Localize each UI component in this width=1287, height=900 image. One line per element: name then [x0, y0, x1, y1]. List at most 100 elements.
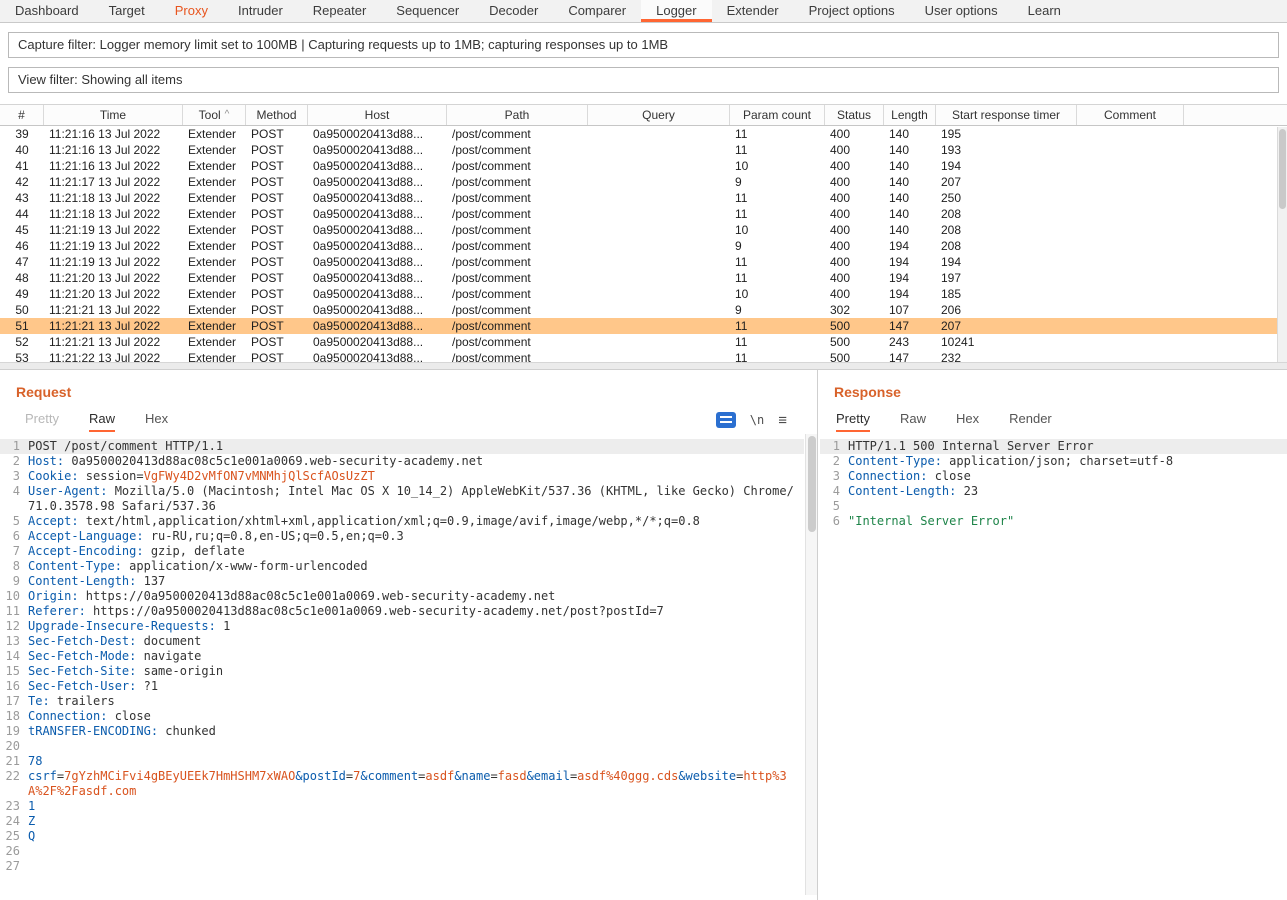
cell-path: /post/comment [447, 127, 588, 141]
cell-start-response-timer: 232 [936, 351, 1077, 362]
cell-time: 11:21:19 13 Jul 2022 [44, 255, 183, 269]
menu-tab-comparer[interactable]: Comparer [553, 0, 641, 22]
show-newlines-icon[interactable]: \n [750, 413, 764, 427]
column-header-status[interactable]: Status [825, 105, 884, 125]
menu-tab-logger[interactable]: Logger [641, 0, 711, 22]
cell-start-response-timer: 207 [936, 175, 1077, 189]
cell-tool: Extender [183, 223, 246, 237]
line-number: 22 [0, 769, 28, 799]
cell-path: /post/comment [447, 239, 588, 253]
menu-tab-target[interactable]: Target [94, 0, 160, 22]
cell-host: 0a9500020413d88... [308, 207, 447, 221]
cell-tool: Extender [183, 127, 246, 141]
cell-num: 48 [0, 271, 44, 285]
response-tab-render[interactable]: Render [1009, 411, 1052, 432]
cell-start-response-timer: 194 [936, 255, 1077, 269]
request-tab-pretty[interactable]: Pretty [25, 411, 59, 432]
column-header-path[interactable]: Path [447, 105, 588, 125]
menu-tab-sequencer[interactable]: Sequencer [381, 0, 474, 22]
cell-tool: Extender [183, 159, 246, 173]
column-header-query[interactable]: Query [588, 105, 730, 125]
log-row-39[interactable]: 3911:21:16 13 Jul 2022ExtenderPOST0a9500… [0, 126, 1287, 142]
menu-tab-project-options[interactable]: Project options [794, 0, 910, 22]
editor-line: 16Sec-Fetch-User: ?1 [0, 679, 804, 694]
horizontal-splitter[interactable] [0, 362, 1287, 370]
cell-host: 0a9500020413d88... [308, 143, 447, 157]
request-tab-raw[interactable]: Raw [89, 411, 115, 432]
cell-num: 49 [0, 287, 44, 301]
log-table: #TimeTool^MethodHostPathQueryParam count… [0, 104, 1287, 362]
cell-length: 140 [884, 207, 936, 221]
menu-tab-intruder[interactable]: Intruder [223, 0, 298, 22]
log-row-52[interactable]: 5211:21:21 13 Jul 2022ExtenderPOST0a9500… [0, 334, 1287, 350]
column-header-time[interactable]: Time [44, 105, 183, 125]
cell-param-count: 11 [730, 143, 825, 157]
line-number: 27 [0, 859, 28, 874]
capture-filter-bar[interactable]: Capture filter: Logger memory limit set … [8, 32, 1279, 58]
line-number: 23 [0, 799, 28, 814]
response-tab-hex[interactable]: Hex [956, 411, 979, 432]
request-editor-scrollbar[interactable] [805, 434, 817, 895]
editor-menu-icon[interactable]: ≡ [778, 412, 787, 429]
view-filter-text: View filter: Showing all items [18, 72, 183, 87]
cell-status: 400 [825, 239, 884, 253]
line-number: 21 [0, 754, 28, 769]
cell-path: /post/comment [447, 271, 588, 285]
log-row-41[interactable]: 4111:21:16 13 Jul 2022ExtenderPOST0a9500… [0, 158, 1287, 174]
log-row-44[interactable]: 4411:21:18 13 Jul 2022ExtenderPOST0a9500… [0, 206, 1287, 222]
editor-line: 5Accept: text/html,application/xhtml+xml… [0, 514, 804, 529]
column-header-method[interactable]: Method [246, 105, 308, 125]
line-number: 10 [0, 589, 28, 604]
menu-tab-repeater[interactable]: Repeater [298, 0, 381, 22]
column-header-length[interactable]: Length [884, 105, 936, 125]
menu-tab-user-options[interactable]: User options [910, 0, 1013, 22]
column-header-param-count[interactable]: Param count [730, 105, 825, 125]
log-row-53[interactable]: 5311:21:22 13 Jul 2022ExtenderPOST0a9500… [0, 350, 1287, 362]
response-tab-raw[interactable]: Raw [900, 411, 926, 432]
line-number: 25 [0, 829, 28, 844]
menu-tab-decoder[interactable]: Decoder [474, 0, 553, 22]
cell-param-count: 11 [730, 271, 825, 285]
table-scrollbar[interactable] [1277, 127, 1287, 362]
cell-param-count: 11 [730, 127, 825, 141]
log-row-49[interactable]: 4911:21:20 13 Jul 2022ExtenderPOST0a9500… [0, 286, 1287, 302]
cell-param-count: 10 [730, 223, 825, 237]
cell-time: 11:21:16 13 Jul 2022 [44, 143, 183, 157]
request-tabs: Pretty Raw Hex \n ≡ [25, 411, 817, 432]
editor-line: 6"Internal Server Error" [820, 514, 1287, 529]
log-row-47[interactable]: 4711:21:19 13 Jul 2022ExtenderPOST0a9500… [0, 254, 1287, 270]
editor-line: 2Content-Type: application/json; charset… [820, 454, 1287, 469]
log-row-51[interactable]: 5111:21:21 13 Jul 2022ExtenderPOST0a9500… [0, 318, 1287, 334]
table-scrollbar-thumb[interactable] [1279, 129, 1286, 209]
log-row-48[interactable]: 4811:21:20 13 Jul 2022ExtenderPOST0a9500… [0, 270, 1287, 286]
log-row-42[interactable]: 4211:21:17 13 Jul 2022ExtenderPOST0a9500… [0, 174, 1287, 190]
column-header-comment[interactable]: Comment [1077, 105, 1184, 125]
wrap-lines-icon[interactable] [716, 412, 736, 428]
menu-tab-dashboard[interactable]: Dashboard [0, 0, 94, 22]
menu-tab-extender[interactable]: Extender [712, 0, 794, 22]
log-row-40[interactable]: 4011:21:16 13 Jul 2022ExtenderPOST0a9500… [0, 142, 1287, 158]
cell-status: 400 [825, 191, 884, 205]
column-header-host[interactable]: Host [308, 105, 447, 125]
log-row-43[interactable]: 4311:21:18 13 Jul 2022ExtenderPOST0a9500… [0, 190, 1287, 206]
menu-tab-proxy[interactable]: Proxy [160, 0, 223, 22]
response-title: Response [834, 384, 1287, 400]
response-tabs: Pretty Raw Hex Render [836, 411, 1287, 432]
request-editor[interactable]: 1POST /post/comment HTTP/1.12Host: 0a950… [0, 439, 804, 874]
cell-method: POST [246, 159, 308, 173]
column-header-start-response-timer[interactable]: Start response timer [936, 105, 1077, 125]
log-row-50[interactable]: 5011:21:21 13 Jul 2022ExtenderPOST0a9500… [0, 302, 1287, 318]
cell-num: 47 [0, 255, 44, 269]
cell-status: 500 [825, 351, 884, 362]
request-editor-scrollbar-thumb[interactable] [808, 436, 816, 532]
column-header-num[interactable]: # [0, 105, 44, 125]
response-editor[interactable]: 1HTTP/1.1 500 Internal Server Error2Cont… [820, 439, 1287, 529]
response-tab-pretty[interactable]: Pretty [836, 411, 870, 432]
log-row-46[interactable]: 4611:21:19 13 Jul 2022ExtenderPOST0a9500… [0, 238, 1287, 254]
log-row-45[interactable]: 4511:21:19 13 Jul 2022ExtenderPOST0a9500… [0, 222, 1287, 238]
request-tab-hex[interactable]: Hex [145, 411, 168, 432]
editor-line: 27 [0, 859, 804, 874]
menu-tab-learn[interactable]: Learn [1013, 0, 1076, 22]
column-header-tool[interactable]: Tool^ [183, 105, 246, 125]
view-filter-bar[interactable]: View filter: Showing all items [8, 67, 1279, 93]
